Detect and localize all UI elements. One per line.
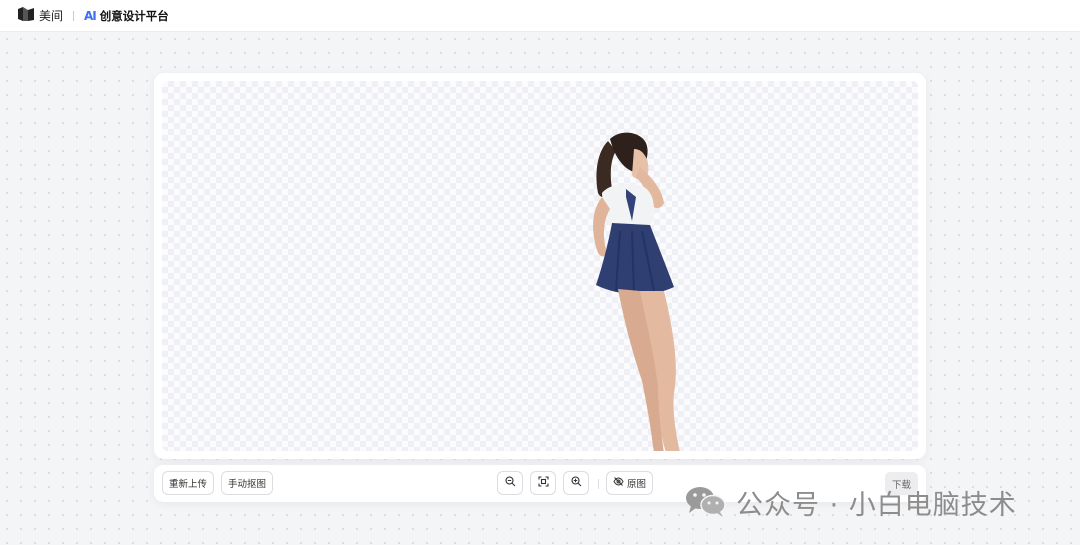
- original-image-label: 原图: [626, 479, 646, 490]
- fit-screen-icon: [537, 476, 549, 490]
- preview-card: [154, 73, 926, 459]
- top-bar: 美间 AI 创意设计平台: [0, 0, 1080, 32]
- wechat-icon: [684, 484, 728, 522]
- watermark-text: 公众号 · 小白电脑技术: [736, 490, 1017, 521]
- zoom-out-button[interactable]: [497, 471, 523, 495]
- original-image-button[interactable]: 原图: [606, 471, 653, 495]
- meijian-logo-icon: [18, 6, 34, 25]
- brand-name: 美间: [39, 9, 64, 23]
- watermark: 公众号 · 小白电脑技术: [684, 483, 1017, 522]
- brand[interactable]: 美间: [18, 6, 63, 25]
- divider: [73, 10, 75, 21]
- ai-badge: AI: [84, 8, 97, 23]
- toolbar-divider: [598, 479, 599, 489]
- manual-cutout-button[interactable]: 手动抠图: [221, 471, 273, 495]
- transparent-canvas: [162, 81, 918, 451]
- fit-screen-button[interactable]: [530, 471, 556, 495]
- cutout-image: [593, 132, 680, 451]
- zoom-out-icon: [504, 476, 516, 490]
- eye-off-icon: [613, 477, 624, 489]
- reupload-button[interactable]: 重新上传: [162, 471, 214, 495]
- zoom-in-button[interactable]: [563, 471, 589, 495]
- zoom-in-icon: [570, 476, 582, 490]
- platform-title[interactable]: 创意设计平台: [100, 8, 169, 24]
